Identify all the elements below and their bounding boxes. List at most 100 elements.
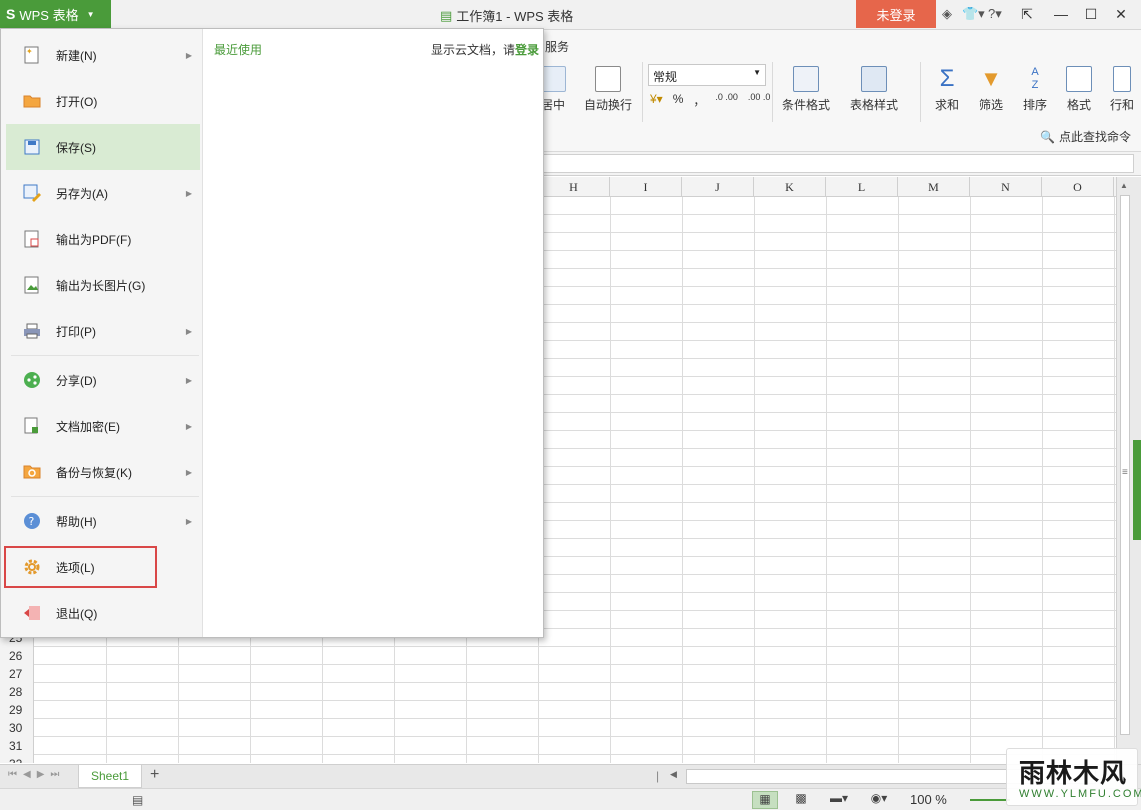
menu-item-encrypt[interactable]: 文档加密(E) ▶	[6, 403, 200, 449]
row-header[interactable]: 30	[0, 719, 34, 737]
scroll-up-icon[interactable]: ▲	[1120, 181, 1128, 190]
conditional-format-button[interactable]: 条件格式	[782, 66, 830, 113]
column-header[interactable]: J	[682, 177, 754, 197]
feedback-icon[interactable]: ◈	[942, 6, 952, 22]
grid-line	[1114, 197, 1115, 763]
app-name: WPS 表格	[19, 7, 79, 23]
column-header[interactable]: O	[1042, 177, 1114, 197]
new-doc-icon: ✦	[22, 45, 42, 65]
currency-icon[interactable]: ¥▾	[650, 92, 663, 109]
column-header[interactable]: I	[610, 177, 682, 197]
document-icon: ▤	[440, 7, 453, 23]
row-header[interactable]: 31	[0, 737, 34, 755]
format-icon	[1066, 66, 1092, 92]
conditional-format-icon	[793, 66, 819, 92]
menu-item-export-pdf[interactable]: 输出为PDF(F)	[6, 216, 200, 262]
minimize-button[interactable]: —	[1048, 4, 1074, 24]
chevron-right-icon: ▶	[185, 467, 192, 477]
tab-service[interactable]: 服务	[545, 38, 569, 55]
collapse-ribbon-icon[interactable]: ⇱	[1014, 4, 1040, 24]
menu-item-share[interactable]: 分享(D) ▶	[6, 357, 200, 403]
zoom-slider[interactable]	[970, 799, 1010, 801]
filter-icon: ▼	[980, 66, 1002, 91]
sort-az-icon: AZ	[1031, 66, 1039, 91]
decrease-decimal-icon[interactable]: .00 .0	[748, 92, 771, 109]
column-header[interactable]: H	[538, 177, 610, 197]
sheet-tab[interactable]: Sheet1	[78, 765, 142, 788]
menu-item-print[interactable]: 打印(P) ▶	[6, 308, 200, 354]
scroll-thumb[interactable]	[1120, 195, 1130, 735]
save-icon	[22, 137, 42, 157]
chevron-down-icon: ▼	[86, 9, 95, 19]
find-command[interactable]: 🔍 点此查找命令	[1040, 128, 1131, 145]
menu-item-options[interactable]: 选项(L)	[4, 546, 157, 588]
menu-item-save[interactable]: 保存(S)	[6, 124, 200, 170]
lock-icon	[22, 416, 42, 436]
sheet-tab-bar: ⏮◀▶⏭ Sheet1 + | ◀	[0, 764, 1141, 788]
number-format-select[interactable]: 常规 ▼	[648, 64, 766, 86]
table-style-button[interactable]: 表格样式	[850, 66, 898, 113]
scroll-left-icon[interactable]: ◀	[670, 769, 677, 780]
column-header[interactable]: L	[826, 177, 898, 197]
skin-icon[interactable]: 👕▾	[962, 6, 985, 22]
menu-separator	[11, 355, 199, 356]
page-layout-view-icon[interactable]: ▬▾	[826, 791, 852, 809]
menu-item-help[interactable]: ? 帮助(H) ▶	[6, 498, 200, 544]
filter-button[interactable]: ▼ 筛选	[978, 66, 1004, 113]
menu-item-save-as[interactable]: 另存为(A) ▶	[6, 170, 200, 216]
row-header[interactable]: 26	[0, 647, 34, 665]
reading-mode-icon[interactable]: ◉▾	[866, 791, 892, 809]
row-col-icon	[1113, 66, 1131, 92]
row-header[interactable]: 29	[0, 701, 34, 719]
maximize-button[interactable]: ☐	[1078, 4, 1104, 24]
window-title: ▤ 工作簿1 - WPS 表格	[440, 6, 573, 25]
wrap-text-button[interactable]: 自动换行	[584, 66, 632, 113]
table-row: 28	[0, 683, 1116, 701]
folder-open-icon	[22, 91, 42, 111]
sigma-icon: Σ	[939, 65, 955, 92]
percent-button[interactable]: %	[673, 92, 684, 109]
page-break-view-icon[interactable]: ▩	[788, 791, 814, 809]
menu-item-new[interactable]: ✦ 新建(N) ▶	[6, 32, 200, 78]
sum-button[interactable]: Σ 求和	[934, 66, 960, 113]
column-header[interactable]: M	[898, 177, 970, 197]
side-panel-toggle[interactable]	[1133, 440, 1141, 540]
login-link[interactable]: 登录	[515, 43, 539, 57]
row-header[interactable]: 32	[0, 755, 34, 763]
chevron-right-icon: ▶	[185, 516, 192, 526]
format-button[interactable]: 格式	[1066, 66, 1092, 113]
pdf-icon	[22, 229, 42, 249]
table-row: 29	[0, 701, 1116, 719]
sort-button[interactable]: AZ 排序	[1022, 66, 1048, 113]
add-sheet-icon[interactable]: +	[150, 766, 159, 784]
svg-text:✦: ✦	[26, 47, 33, 56]
row-header[interactable]: 28	[0, 683, 34, 701]
formula-input[interactable]	[540, 154, 1134, 173]
row-col-button[interactable]: 行和	[1110, 66, 1134, 113]
comma-button[interactable]: ，	[693, 92, 705, 109]
chevron-right-icon: ▶	[185, 375, 192, 385]
sheet-nav-arrows-icon[interactable]: ⏮◀▶⏭	[8, 769, 65, 780]
menu-item-exit[interactable]: 退出(Q)	[6, 590, 200, 636]
row-header[interactable]: 27	[0, 665, 34, 683]
column-header[interactable]: N	[970, 177, 1042, 197]
menu-item-open[interactable]: 打开(O)	[6, 78, 200, 124]
menu-item-export-image[interactable]: 输出为长图片(G)	[6, 262, 200, 308]
menu-item-backup[interactable]: 备份与恢复(K) ▶	[6, 449, 200, 495]
chevron-right-icon: ▶	[185, 188, 192, 198]
normal-view-icon[interactable]: ▦	[752, 791, 778, 809]
chevron-right-icon: ▶	[185, 50, 192, 60]
document-title: 工作簿1 - WPS 表格	[456, 9, 574, 24]
grid-line	[754, 197, 755, 763]
increase-decimal-icon[interactable]: .0 .00	[715, 92, 738, 109]
login-button[interactable]: 未登录	[856, 0, 936, 28]
macro-icon[interactable]: ▤	[132, 793, 143, 807]
help-icon[interactable]: ?▾	[988, 6, 1002, 22]
svg-text:?: ?	[29, 515, 35, 528]
table-row: 26	[0, 647, 1116, 665]
zoom-level[interactable]: 100 %	[910, 792, 947, 807]
app-menu-button[interactable]: S WPS 表格 ▼	[0, 0, 111, 28]
column-header[interactable]: K	[754, 177, 826, 197]
close-button[interactable]: ✕	[1108, 4, 1134, 24]
splitter-icon[interactable]: |	[656, 769, 659, 783]
